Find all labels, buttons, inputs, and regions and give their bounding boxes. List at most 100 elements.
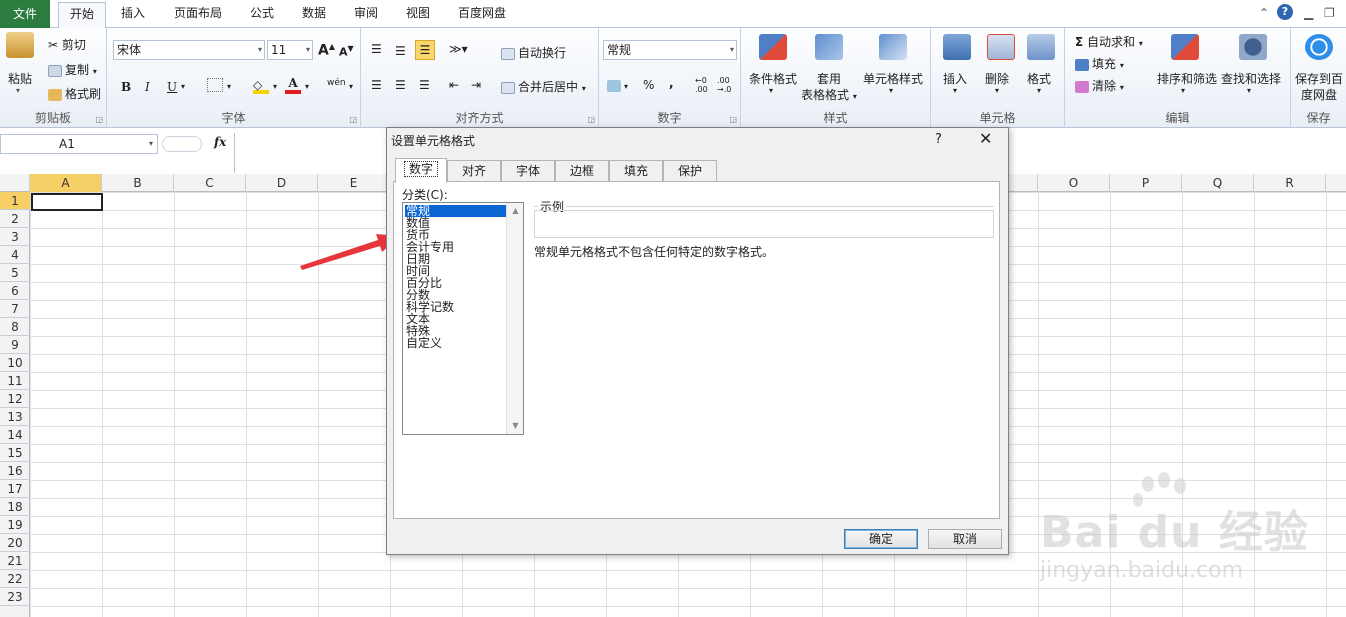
bold-button[interactable]: B [121, 80, 131, 94]
format-cells-button[interactable]: 格式 [1027, 70, 1051, 87]
grow-font-button[interactable]: A▲ [318, 42, 335, 59]
select-all-corner[interactable] [0, 174, 30, 192]
paste-button[interactable]: 粘贴 [8, 70, 32, 87]
accounting-format-button[interactable]: ▾ [607, 78, 628, 92]
save-to-netdisk-button[interactable]: 保存到百 [1295, 70, 1343, 87]
dialog-tab-border[interactable]: 边框 [555, 160, 609, 182]
fill-button[interactable]: 填充 ▾ [1075, 55, 1124, 72]
align-middle-icon[interactable]: ☰ [395, 44, 406, 58]
sort-filter-icon[interactable] [1171, 34, 1199, 60]
decrease-indent-icon[interactable]: ⇤ [449, 78, 459, 92]
row-header[interactable]: 20 [0, 534, 30, 552]
alignment-launcher-icon[interactable]: ◲ [587, 115, 595, 124]
row-header[interactable]: 12 [0, 390, 30, 408]
column-header[interactable]: P [1110, 174, 1182, 192]
restore-icon[interactable]: ❐ [1324, 6, 1335, 20]
align-bottom-icon[interactable]: ☰ [415, 40, 435, 60]
row-header[interactable]: 23 [0, 588, 30, 606]
column-header[interactable]: R [1254, 174, 1326, 192]
save-to-netdisk-label-2[interactable]: 度网盘 [1301, 86, 1337, 103]
row-header[interactable]: 11 [0, 372, 30, 390]
increase-decimal-icon[interactable]: ←0.00 [695, 76, 708, 94]
tab-home[interactable]: 开始 [58, 2, 106, 29]
name-box[interactable]: A1 ▾ [0, 134, 158, 154]
cancel-button[interactable]: 取消 [928, 529, 1002, 549]
row-header[interactable]: 5 [0, 264, 30, 282]
tab-baidu-netdisk[interactable]: 百度网盘 [450, 2, 514, 27]
border-icon[interactable] [207, 78, 223, 92]
align-center-icon[interactable]: ☰ [395, 78, 406, 92]
percent-button[interactable]: % [643, 78, 654, 92]
category-listbox[interactable]: 常规 数值 货币 会计专用 日期 时间 百分比 分数 科学记数 文本 特殊 自定义 ▲ ▼ [402, 202, 524, 435]
dialog-tab-number[interactable]: 数字 [395, 158, 447, 183]
orientation-icon[interactable]: ≫▾ [449, 42, 468, 56]
tab-review[interactable]: 审阅 [346, 2, 386, 27]
tab-view[interactable]: 视图 [398, 2, 438, 27]
font-color-dropdown-icon[interactable]: ▾ [305, 82, 309, 91]
sort-filter-button[interactable]: 排序和筛选 [1157, 70, 1217, 87]
shrink-font-button[interactable]: A▼ [339, 44, 354, 59]
row-header[interactable]: 16 [0, 462, 30, 480]
column-header[interactable]: C [174, 174, 246, 192]
column-header[interactable]: E [318, 174, 390, 192]
category-item[interactable]: 自定义 [405, 337, 506, 349]
delete-dropdown-icon[interactable]: ▾ [995, 86, 999, 95]
delete-cells-button[interactable]: 删除 [985, 70, 1009, 87]
tab-file[interactable]: 文件 [0, 0, 50, 28]
category-scrollbar[interactable]: ▲ ▼ [506, 203, 523, 434]
row-header[interactable]: 6 [0, 282, 30, 300]
help-icon[interactable]: ? [1277, 4, 1293, 20]
underline-button[interactable]: U [167, 80, 177, 94]
column-header[interactable]: B [102, 174, 174, 192]
number-launcher-icon[interactable]: ◲ [729, 115, 737, 124]
row-header[interactable]: 19 [0, 516, 30, 534]
sort-filter-dropdown-icon[interactable]: ▾ [1181, 86, 1185, 95]
conditional-format-icon[interactable] [759, 34, 787, 60]
border-dropdown-icon[interactable]: ▾ [227, 82, 231, 91]
formula-bar-handle[interactable] [162, 136, 202, 152]
insert-dropdown-icon[interactable]: ▾ [953, 86, 957, 95]
copy-button[interactable]: 复制 ▾ [48, 61, 97, 78]
column-header[interactable]: Q [1182, 174, 1254, 192]
clear-button[interactable]: 清除 ▾ [1075, 77, 1124, 94]
increase-indent-icon[interactable]: ⇥ [471, 78, 481, 92]
ok-button[interactable]: 确定 [844, 529, 918, 549]
decrease-decimal-icon[interactable]: .00 →.0 [717, 76, 731, 94]
row-header[interactable]: 7 [0, 300, 30, 318]
row-header[interactable]: 8 [0, 318, 30, 336]
wrap-text-button[interactable]: 自动换行 [501, 44, 566, 61]
scroll-down-icon[interactable]: ▼ [507, 418, 524, 434]
italic-button[interactable]: I [145, 80, 150, 94]
merge-center-button[interactable]: 合并后居中 ▾ [501, 78, 586, 95]
font-size-combo[interactable]: 11 ▾ [267, 40, 313, 60]
baidu-netdisk-icon[interactable] [1305, 34, 1333, 60]
align-right-icon[interactable]: ☰ [419, 78, 430, 92]
binoculars-icon[interactable] [1239, 34, 1267, 60]
cell-styles-icon[interactable] [879, 34, 907, 60]
insert-function-icon[interactable]: fx [214, 135, 226, 149]
format-as-table-label-2[interactable]: 表格格式 ▾ [801, 86, 857, 103]
minimize-icon[interactable]: ▁ [1304, 6, 1313, 20]
dialog-help-button[interactable]: ? [935, 132, 942, 147]
row-header[interactable]: 13 [0, 408, 30, 426]
copy-dropdown-icon[interactable]: ▾ [93, 67, 97, 76]
row-header[interactable]: 2 [0, 210, 30, 228]
cut-button[interactable]: ✂ 剪切 [48, 36, 86, 53]
format-as-table-icon[interactable] [815, 34, 843, 60]
column-header[interactable]: D [246, 174, 318, 192]
merge-dropdown-icon[interactable]: ▾ [582, 84, 586, 93]
align-top-icon[interactable]: ☰ [371, 42, 382, 56]
row-header[interactable]: 18 [0, 498, 30, 516]
insert-cells-button[interactable]: 插入 [943, 70, 967, 87]
conditional-format-button[interactable]: 条件格式 [749, 70, 797, 87]
paste-dropdown-icon[interactable]: ▾ [16, 86, 20, 95]
cell-styles-dropdown-icon[interactable]: ▾ [889, 86, 893, 95]
column-header[interactable]: A [30, 174, 102, 192]
row-header[interactable]: 9 [0, 336, 30, 354]
row-header[interactable]: 21 [0, 552, 30, 570]
format-as-table-button[interactable]: 套用 [817, 70, 841, 87]
cell-styles-button[interactable]: 单元格样式 [863, 70, 923, 87]
scroll-up-icon[interactable]: ▲ [507, 203, 524, 219]
find-select-button[interactable]: 查找和选择 [1221, 70, 1281, 87]
row-header[interactable]: 17 [0, 480, 30, 498]
